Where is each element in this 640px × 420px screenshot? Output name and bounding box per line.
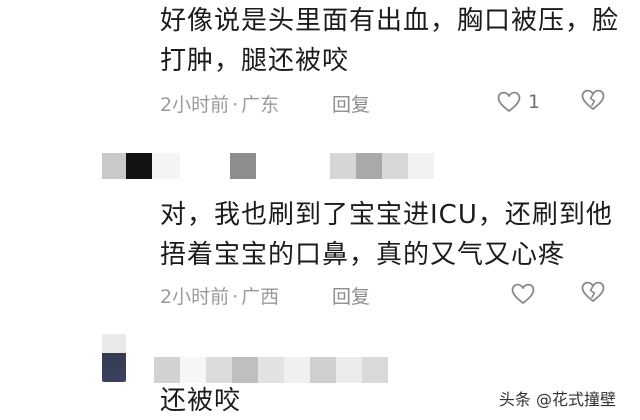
comment-2-text-line-1: 对，我也刷到了宝宝进ICU，还刷到他 <box>160 200 613 230</box>
heart-outline-icon <box>497 91 521 112</box>
broken-heart-icon <box>581 89 605 110</box>
comment-1-like-button[interactable]: 1 <box>496 88 540 116</box>
broken-heart-icon <box>581 281 605 302</box>
comment-1-dislike-button[interactable] <box>580 88 606 116</box>
comment-1-reply-button[interactable]: 回复 <box>332 90 370 117</box>
meta-separator-dot: · <box>232 286 239 308</box>
comment-3-text-line-1: 还被咬 <box>160 386 242 416</box>
comment-1-text-line-1: 好像说是头里面有出血，胸口被压，脸 <box>160 6 620 36</box>
watermark: 头条 @花式撞壁 <box>498 390 616 409</box>
meta-separator-dot: · <box>232 94 239 116</box>
comment-2-time: 2小时前 <box>160 286 230 308</box>
comment-1-meta: 2小时前 · 广东 <box>160 90 279 117</box>
comment-2-reply-button[interactable]: 回复 <box>332 282 370 309</box>
comment-1-text-line-2: 打肿，腿还被咬 <box>160 46 350 76</box>
comment-1-location: 广东 <box>241 94 280 116</box>
comment-1-time: 2小时前 <box>160 94 230 116</box>
comment-2-text-line-2: 捂着宝宝的口鼻，真的又气又心疼 <box>160 240 566 270</box>
comment-3-username-censored <box>154 357 388 383</box>
comment-2-location: 广西 <box>241 286 280 308</box>
comment-2-meta-row: 2小时前 · 广西 回复 <box>160 280 620 310</box>
comment-1-like-count: 1 <box>528 91 541 113</box>
comment-2-like-button[interactable] <box>510 280 542 308</box>
comment-2-username-censored <box>102 153 434 179</box>
comment-2-dislike-button[interactable] <box>580 280 606 308</box>
comment-3-avatar-censored <box>102 334 126 382</box>
comment-2-meta: 2小时前 · 广西 <box>160 282 279 309</box>
heart-outline-icon <box>511 283 535 304</box>
comment-1-meta-row: 2小时前 · 广东 回复 1 <box>160 88 620 118</box>
